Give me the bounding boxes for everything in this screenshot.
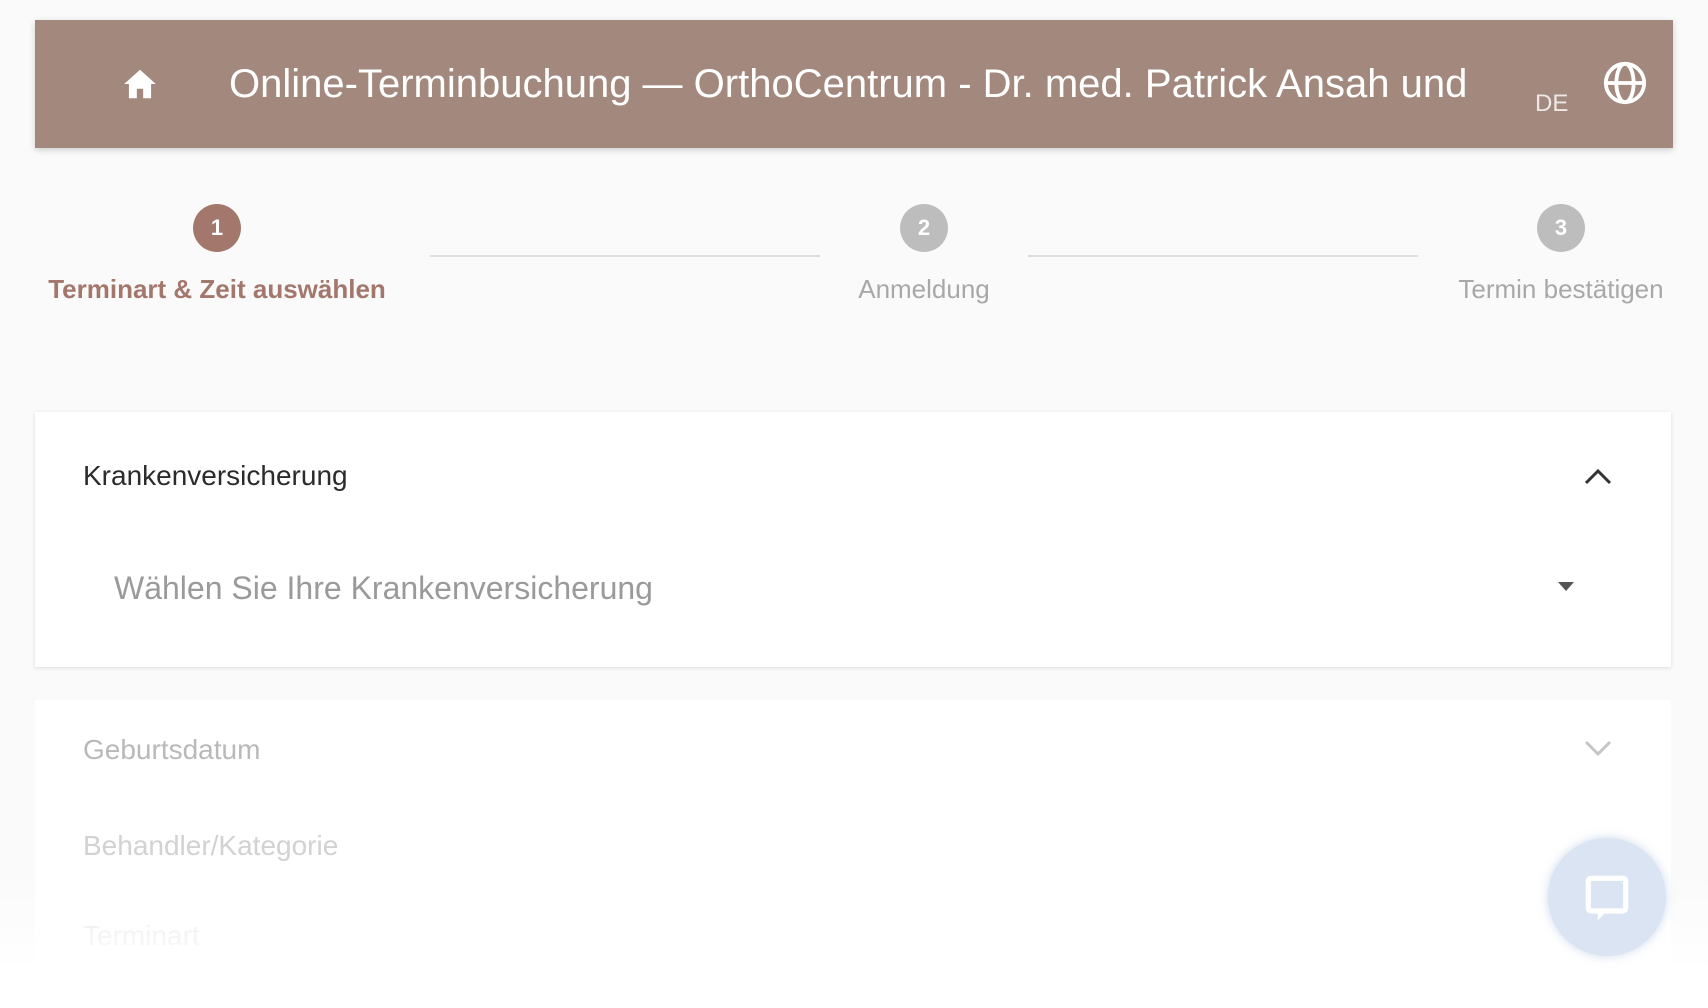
booking-stepper: 1 Terminart & Zeit auswählen 2 Anmeldung… <box>0 0 1708 340</box>
chevron-up-icon[interactable] <box>1583 466 1613 486</box>
step-connector-1 <box>430 255 820 257</box>
chat-button[interactable] <box>1548 838 1666 956</box>
step-3-circle: 3 <box>1537 204 1585 252</box>
step-connector-2 <box>1028 255 1418 257</box>
step-1-circle: 1 <box>193 204 241 252</box>
section-practitioner[interactable]: Behandler/Kategorie <box>35 796 1671 892</box>
caret-down-icon <box>1558 582 1574 591</box>
insurance-select[interactable]: Wählen Sie Ihre Krankenversicherung <box>80 548 1592 628</box>
step-2-circle: 2 <box>900 204 948 252</box>
step-2-label: Anmeldung <box>858 274 990 304</box>
section-appointment-type-title: Terminart <box>83 920 200 951</box>
insurance-card: Krankenversicherung <box>35 412 1671 667</box>
insurance-title: Krankenversicherung <box>83 460 348 491</box>
insurance-select-placeholder: Wählen Sie Ihre Krankenversicherung <box>114 570 653 606</box>
step-3-number: 3 <box>1554 215 1568 240</box>
step-2-number: 2 <box>917 215 931 240</box>
section-birthdate-title: Geburtsdatum <box>83 734 261 765</box>
chevron-down-icon[interactable] <box>1583 738 1613 758</box>
step-1-number: 1 <box>210 215 224 240</box>
step-1-label: Terminart & Zeit auswählen <box>48 274 386 304</box>
section-appointment-type[interactable]: Terminart <box>35 892 1671 988</box>
step-3-label: Termin bestätigen <box>1458 274 1664 304</box>
chat-icon <box>1585 875 1629 921</box>
section-practitioner-title: Behandler/Kategorie <box>83 830 339 861</box>
booking-page: Online-Terminbuchung — OrthoCentrum - Dr… <box>0 0 1708 1008</box>
section-birthdate[interactable]: Geburtsdatum <box>35 700 1671 796</box>
